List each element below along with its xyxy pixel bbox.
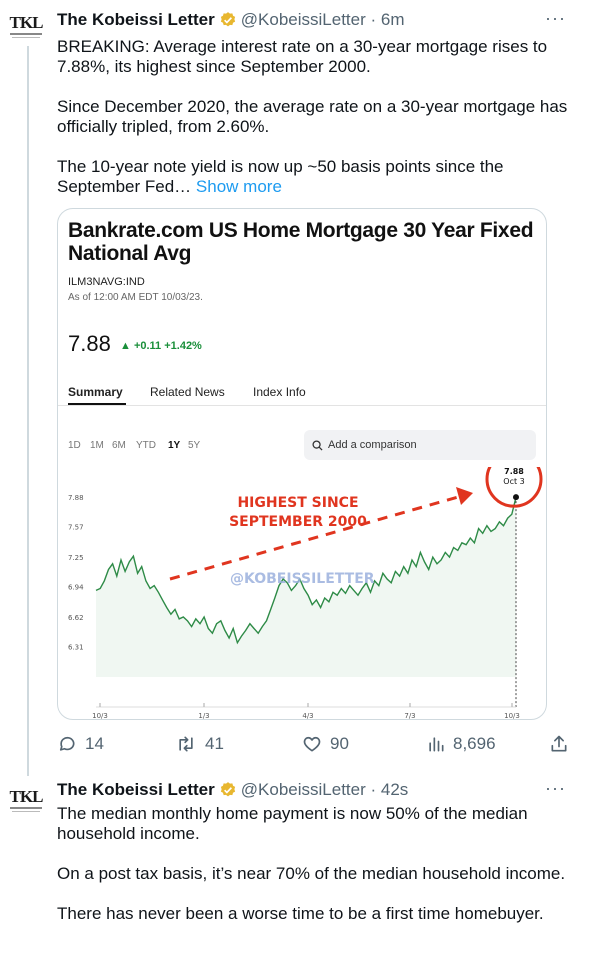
like-count: 90 (330, 734, 349, 753)
current-price: 7.88 (68, 331, 111, 356)
x-tick-label: 7/3 (404, 712, 415, 720)
media-card[interactable]: Bankrate.com US Home Mortgage 30 Year Fi… (57, 208, 547, 720)
author-handle[interactable]: @KobeissiLetter (241, 780, 366, 800)
trend-arrow-head (456, 487, 473, 505)
share-button[interactable] (549, 734, 577, 754)
as-of-timestamp: As of 12:00 AM EDT 10/03/23. (68, 292, 203, 303)
reply-count: 14 (85, 734, 104, 753)
callout-date: Oct 3 (503, 477, 524, 486)
share-icon (551, 735, 567, 752)
range-1m[interactable]: 1M (90, 440, 104, 451)
x-tick-label: 1/3 (198, 712, 209, 720)
card-title: Bankrate.com US Home Mortgage 30 Year Fi… (68, 219, 534, 265)
range-6m[interactable]: 6M (112, 440, 126, 451)
separator-dot: · (365, 10, 381, 29)
search-icon (312, 439, 323, 451)
tweet-paragraph: On a post tax basis, it’s near 70% of th… (57, 864, 566, 883)
range-ytd[interactable]: YTD (136, 440, 156, 451)
tweet-text: The median monthly home payment is now 5… (57, 804, 577, 924)
verified-badge-icon[interactable] (219, 11, 237, 29)
author-name[interactable]: The Kobeissi Letter (57, 780, 215, 800)
reply-icon (59, 736, 75, 751)
range-5y[interactable]: 5Y (188, 440, 200, 451)
add-comparison-input[interactable]: Add a comparison (304, 430, 536, 460)
price-change: ▲ +0.11 +1.42% (120, 340, 202, 352)
author-handle[interactable]: @KobeissiLetter (241, 10, 366, 30)
avatar-logo-rule (12, 811, 40, 812)
tweet-paragraph: The median monthly home payment is now 5… (57, 804, 528, 843)
add-comparison-placeholder: Add a comparison (328, 439, 417, 451)
avatar-logo-rule (10, 33, 42, 35)
tweet-actions: 14 41 90 8,696 (57, 734, 577, 756)
tweet-header: The Kobeissi Letter @KobeissiLetter · 6m (57, 10, 405, 30)
verified-badge-icon[interactable] (219, 781, 237, 799)
tweet-header: The Kobeissi Letter @KobeissiLetter · 42… (57, 780, 408, 800)
show-more-link[interactable]: Show more (196, 177, 282, 196)
last-point-marker (513, 494, 519, 501)
views-chart-icon (429, 737, 444, 752)
repost-count: 41 (205, 734, 224, 753)
range-1y[interactable]: 1Y (168, 440, 180, 451)
tab-index-info[interactable]: Index Info (253, 385, 306, 399)
tweet-paragraph: The 10-year note yield is now up ~50 bas… (57, 157, 577, 197)
annotation-line-1: HIGHEST SINCE (237, 495, 358, 511)
y-tick-label: 7.25 (68, 554, 84, 562)
y-tick-label: 6.31 (68, 644, 84, 652)
tab-summary[interactable]: Summary (68, 385, 123, 399)
like-button[interactable]: 90 (302, 734, 349, 754)
views-button[interactable]: 8,696 (427, 734, 496, 754)
tweet-paragraph: There has never been a worse time to be … (57, 904, 544, 923)
x-tick-label: 4/3 (302, 712, 313, 720)
more-options-icon[interactable]: ··· (545, 8, 566, 29)
tweet-1[interactable]: TKL The Kobeissi Letter @KobeissiLetter … (0, 0, 596, 776)
avatar-logo-rule (10, 807, 42, 809)
y-tick-label: 6.62 (68, 614, 84, 622)
mortgage-rate-chart: 7.88 7.57 7.25 6.94 6.62 6.31 10/3 1/3 4/3 7/3 10… (68, 467, 543, 720)
ticker-symbol: ILM3NAVG:IND (68, 276, 145, 288)
repost-icon (179, 736, 193, 752)
y-tick-label: 7.88 (68, 494, 84, 502)
avatar-logo-text: TKL (9, 787, 44, 806)
avatar[interactable]: TKL (6, 788, 46, 828)
tweet-time[interactable]: 6m (381, 10, 405, 30)
author-name[interactable]: The Kobeissi Letter (57, 10, 215, 30)
avatar-logo-rule (12, 37, 40, 38)
tabs-divider (58, 405, 546, 406)
repost-button[interactable]: 41 (175, 734, 224, 754)
more-options-icon[interactable]: ··· (545, 778, 566, 799)
reply-button[interactable]: 14 (57, 734, 104, 754)
annotation-line-2: SEPTEMBER 2000 (229, 514, 367, 530)
callout-value: 7.88 (504, 467, 524, 476)
tab-related-news[interactable]: Related News (150, 385, 225, 399)
x-tick-label: 10/3 (504, 712, 520, 720)
tweet-paragraph: Since December 2020, the average rate on… (57, 97, 568, 136)
thread-connector-line (27, 46, 29, 776)
y-tick-label: 6.94 (68, 584, 84, 592)
tweet-time[interactable]: 42s (381, 780, 408, 800)
tweet-paragraph: BREAKING: Average interest rate on a 30-… (57, 37, 548, 76)
separator-dot: · (365, 780, 381, 799)
x-tick-label: 10/3 (92, 712, 108, 720)
range-1d[interactable]: 1D (68, 440, 81, 451)
y-tick-label: 7.57 (68, 524, 84, 532)
watermark-text: @KOBEISSILETTER (230, 571, 375, 587)
tweet-text: BREAKING: Average interest rate on a 30-… (57, 37, 577, 197)
views-count: 8,696 (453, 734, 496, 753)
avatar-logo-text: TKL (9, 13, 44, 32)
heart-icon (303, 736, 321, 752)
tweet-2[interactable]: TKL The Kobeissi Letter @KobeissiLetter … (0, 770, 596, 976)
avatar[interactable]: TKL (6, 14, 46, 54)
